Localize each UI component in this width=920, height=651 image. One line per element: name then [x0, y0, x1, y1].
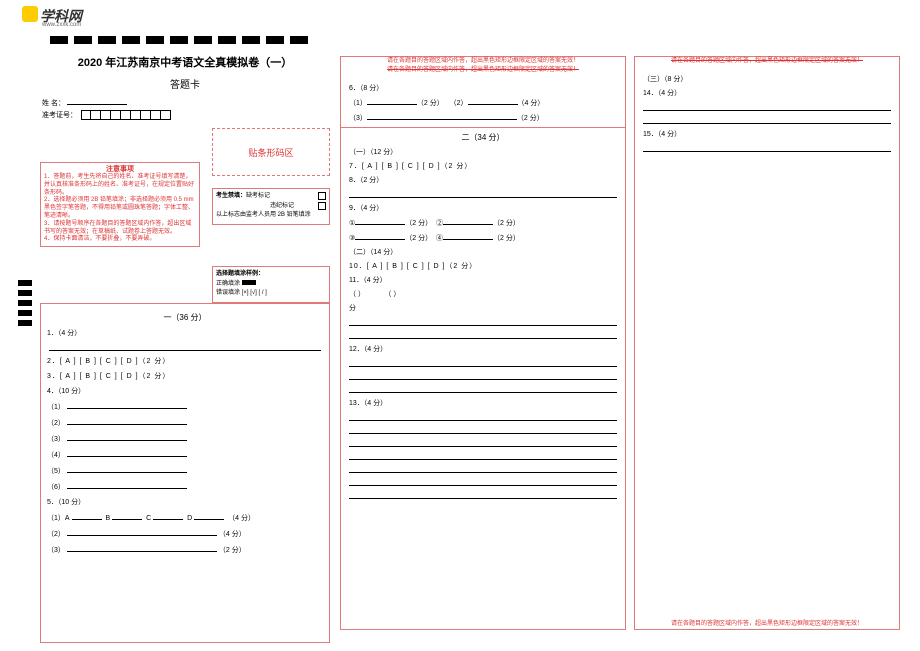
warn-bottom: 请在各题目的答题区域内作答，超出黑色矩形边框限定区域的答案无效！	[635, 618, 899, 627]
q13-line2[interactable]	[349, 426, 617, 434]
q13-line3[interactable]	[349, 439, 617, 447]
q4-5[interactable]: （5）	[47, 465, 323, 476]
q6-row1[interactable]: （1）（2 分） （2）（4 分）	[349, 97, 617, 108]
panel-left: 2020 年江苏南京中考语文全真模拟卷（一） 答题卡 姓 名： 准考证号： 贴条…	[40, 40, 330, 630]
q7-choice[interactable]: 7．[ A ] [ B ] [ C ] [ D ]（2 分）	[349, 161, 617, 171]
q13-line4[interactable]	[349, 452, 617, 460]
q11-line1[interactable]	[349, 318, 617, 326]
q5-3[interactable]: （3）（2 分）	[47, 544, 323, 555]
q4-1[interactable]: （1）	[47, 401, 323, 412]
q12-line1[interactable]	[349, 359, 617, 367]
q4-4[interactable]: （4）	[47, 449, 323, 460]
notice-item-1: 1．答题前，考生先将自己的姓名、准考证号填写清楚，并认真核准条形码上的姓名、准考…	[44, 174, 196, 197]
q14-line1[interactable]	[643, 103, 891, 111]
barcode-zone: 贴条形码区	[212, 128, 330, 176]
q11: 11．（4 分）	[349, 275, 617, 285]
q8-line[interactable]	[349, 190, 617, 198]
warn-top-3: 请在各题目的答题区域内作答，超出黑色矩形边框限定区域的答案无效！	[635, 57, 899, 66]
q9: 9．（4 分）	[349, 203, 617, 213]
subsection-3: （三）（8 分）	[643, 74, 891, 84]
q14-line2[interactable]	[643, 116, 891, 124]
missing-exam-checkbox[interactable]	[318, 192, 326, 200]
q15-line1[interactable]	[643, 144, 891, 152]
q13: 13．（4 分）	[349, 398, 617, 408]
notice-header: 注意事项	[44, 165, 196, 174]
q11-row[interactable]: （ ） （ ）	[349, 289, 617, 299]
q12-line2[interactable]	[349, 372, 617, 380]
section-1-title: 一（36 分）	[47, 312, 323, 323]
notice-item-4: 4．保持卡面清洁，不要折叠，不要弄破。	[44, 236, 196, 244]
panel-middle: 请在各题目的答题区域内作答，超出黑色矩形边框限定区域的答案无效！ 请在各题目的答…	[340, 56, 626, 630]
exam-id-label: 准考证号：	[42, 110, 77, 120]
q12-line3[interactable]	[349, 385, 617, 393]
q9-row1[interactable]: ①（2 分） ②（2 分）	[349, 217, 617, 228]
q10-choice[interactable]: 10．[ A ] [ B ] [ C ] [ D ]（2 分）	[349, 261, 617, 271]
q4-3[interactable]: （3）	[47, 433, 323, 444]
notice-item-3: 3．请按题号顺序在各题目的答题区域内作答，超出区域书写的答案无效；在草稿纸、试题…	[44, 221, 196, 237]
q4: 4．（10 分）	[47, 386, 323, 396]
violation-checkbox[interactable]	[318, 202, 326, 210]
fill-sample-box: 选择题填涂样例： 正确填涂 错误填涂 [×] [√] [ / ]	[212, 266, 330, 303]
subsection-1: （一）（12 分）	[349, 147, 617, 157]
section-2-title: 二（34 分）	[349, 132, 617, 143]
name-label: 姓 名：	[42, 97, 330, 108]
warn-top-2a: 请在各题目的答题区域内作答，超出黑色矩形边框限定区域的答案无效！	[341, 57, 625, 66]
q5-2[interactable]: （2）（4 分）	[47, 528, 323, 539]
answer-area-section-1: 一（36 分） 1．（4 分） 2．[ A ] [ B ] [ C ] [ D …	[40, 303, 330, 643]
q15: 15．（4 分）	[643, 129, 891, 139]
warn-top-2b: 请在各题目的答题区域内作答，超出黑色矩形边框限定区域的答案无效！	[341, 66, 625, 75]
q6: 6．（8 分）	[349, 83, 617, 93]
site-logo-url: www.zxxk.com	[42, 22, 81, 28]
exam-id-row: 准考证号：	[42, 110, 330, 120]
q11-line2[interactable]	[349, 331, 617, 339]
timing-marks-left	[18, 280, 32, 326]
notice-box: 注意事项 1．答题前，考生先将自己的姓名、准考证号填写清楚，并认真核准条形码上的…	[40, 162, 200, 247]
q6-row2[interactable]: （3）（2 分）	[349, 112, 617, 123]
invigilator-marks: 考生禁填：缺考标记 考生禁填：违纪标记 以上标志由监考人员用 2B 铅笔填涂	[212, 188, 330, 225]
q3-choice[interactable]: 3．[ A ] [ B ] [ C ] [ D ]（2 分）	[47, 371, 323, 381]
q5-1[interactable]: （1）A B C D （4 分）	[47, 512, 323, 523]
q1-line[interactable]	[49, 343, 321, 351]
notice-item-2: 2．选择题必须用 2B 铅笔填涂；非选择题必须用 0.5 mm 黑色签字笔答题，…	[44, 197, 196, 220]
card-title: 答题卡	[40, 76, 330, 91]
q13-line5[interactable]	[349, 465, 617, 473]
marks-note: 以上标志由监考人员用 2B 铅笔填涂	[216, 211, 326, 221]
q4-6[interactable]: （6）	[47, 481, 323, 492]
exam-id-boxes[interactable]	[81, 110, 171, 120]
q4-2[interactable]: （2）	[47, 417, 323, 428]
q5: 5．（10 分）	[47, 497, 323, 507]
q8: 8．（2 分）	[349, 175, 617, 185]
q13-line7[interactable]	[349, 491, 617, 499]
correct-fill-icon	[242, 280, 256, 285]
q13-line1[interactable]	[349, 413, 617, 421]
q13-line6[interactable]	[349, 478, 617, 486]
subsection-2: （二）（14 分）	[349, 247, 617, 257]
q11-fen: 分	[349, 303, 617, 313]
q12: 12．（4 分）	[349, 344, 617, 354]
site-logo-icon	[22, 6, 38, 22]
q9-row2[interactable]: ③（2 分） ④（2 分）	[349, 232, 617, 243]
q2-choice[interactable]: 2．[ A ] [ B ] [ C ] [ D ]（2 分）	[47, 356, 323, 366]
q1[interactable]: 1．（4 分）	[47, 328, 323, 338]
exam-title: 2020 年江苏南京中考语文全真模拟卷（一）	[40, 54, 330, 70]
q14: 14．（4 分）	[643, 88, 891, 98]
panel-right: 请在各题目的答题区域内作答，超出黑色矩形边框限定区域的答案无效！ （三）（8 分…	[634, 56, 900, 630]
